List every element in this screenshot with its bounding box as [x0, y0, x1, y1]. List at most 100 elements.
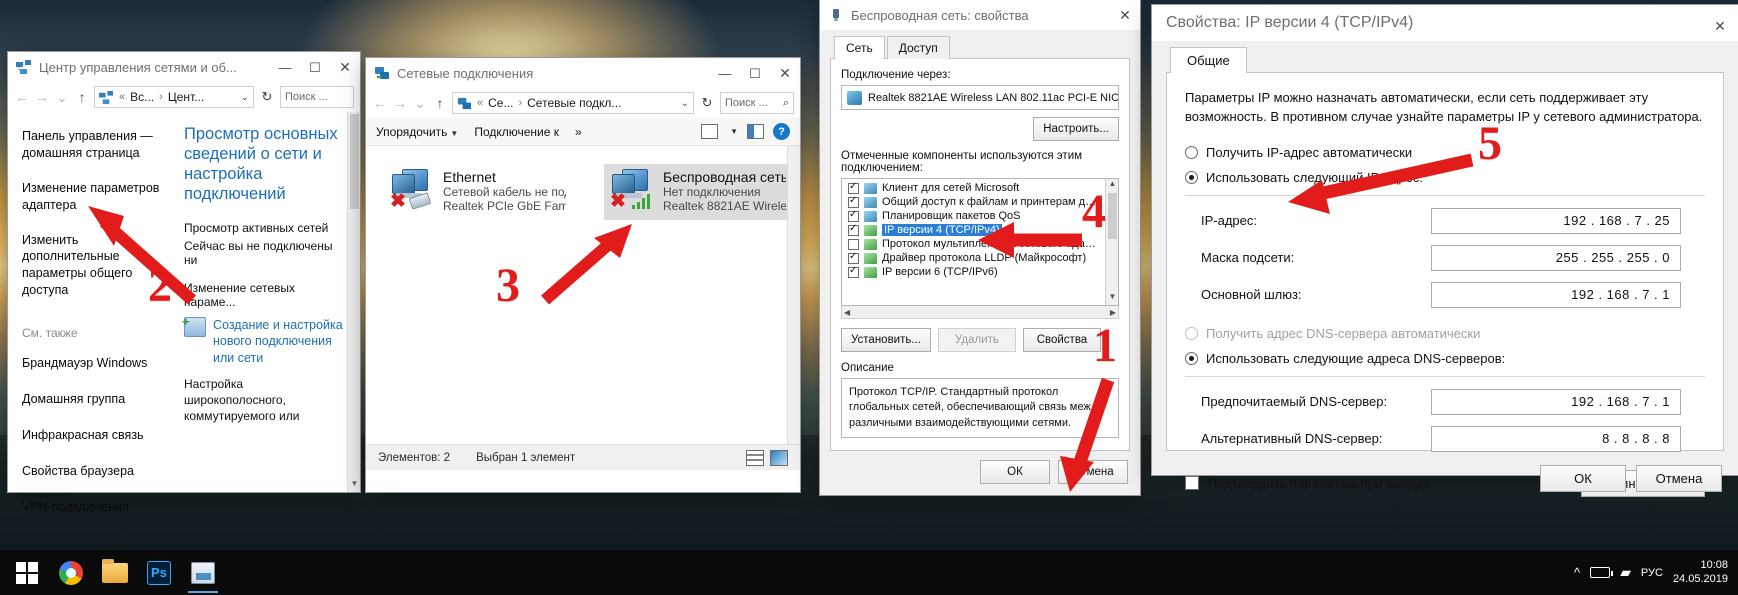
preview-pane-icon[interactable]	[747, 124, 764, 139]
details-view-icon[interactable]	[746, 449, 764, 466]
up-button[interactable]: ↑	[74, 89, 90, 105]
component-item[interactable]: Планировщик пакетов QoS	[844, 209, 1104, 223]
network-connections-button[interactable]	[182, 552, 224, 594]
component-checkbox[interactable]	[848, 265, 859, 278]
back-button[interactable]: ←	[14, 89, 30, 105]
minimize-button[interactable]: —	[270, 52, 300, 82]
win2-toolbar[interactable]: Упорядочить ▼ Подключение к » ▼ ?	[366, 118, 800, 146]
toolbar-overflow-button[interactable]: »	[575, 125, 582, 139]
minimize-button[interactable]: —	[710, 58, 740, 88]
back-button[interactable]: ←	[372, 95, 388, 111]
up-button[interactable]: ↑	[432, 95, 448, 111]
preferred-dns-row[interactable]: Предпочитаемый DNS-сервер: 192 . 168 . 7…	[1201, 388, 1705, 415]
install-button[interactable]: Установить...	[841, 328, 931, 352]
component-item-ipv4[interactable]: IP версии 4 (TCP/IPv4)	[844, 223, 1104, 237]
win2-window-buttons[interactable]: — ☐ ✕	[710, 58, 800, 88]
component-item[interactable]: IP версии 6 (TCP/IPv6)	[844, 265, 1104, 279]
win4-titlebar[interactable]: Свойства: IP версии 4 (TCP/IPv4) ✕	[1152, 5, 1738, 41]
forward-button[interactable]: →	[34, 89, 50, 105]
subnet-mask-input[interactable]: 255 . 255 . 255 . 0	[1431, 244, 1681, 271]
default-gateway-input[interactable]: 192 . 168 . 7 . 1	[1431, 281, 1681, 308]
cancel-button[interactable]: Отмена	[1636, 465, 1722, 492]
close-button[interactable]: ✕	[330, 52, 360, 82]
chevron-up-icon[interactable]: ^	[1574, 565, 1580, 580]
component-item[interactable]: Клиент для сетей Microsoft	[844, 181, 1104, 195]
sidebar-link-adapter-settings[interactable]: Изменение параметров адаптера	[22, 180, 170, 214]
win2-titlebar[interactable]: Сетевые подключения — ☐ ✕	[366, 58, 800, 88]
address-bar[interactable]: « Се... › Сетевые подкл... ⌄	[452, 92, 694, 114]
scroll-up-icon[interactable]: ▲	[1106, 179, 1118, 192]
tab-network[interactable]: Сеть	[834, 36, 885, 59]
win2-navbar[interactable]: ← → ⌄ ↑ « Се... › Сетевые подкл... ⌄ ↻ П…	[366, 88, 800, 118]
validate-settings-checkbox[interactable]	[1185, 476, 1199, 491]
organize-button[interactable]: Упорядочить ▼	[376, 125, 458, 139]
components-list[interactable]: Клиент для сетей Microsoft Общий доступ …	[841, 178, 1119, 306]
help-icon[interactable]: ?	[773, 123, 790, 140]
breadcrumb-item-1[interactable]: Вс...	[130, 90, 154, 104]
win4-window-buttons[interactable]: ✕	[1702, 8, 1738, 38]
scroll-down-icon[interactable]: ▼	[348, 479, 360, 492]
connect-to-button[interactable]: Подключение к	[474, 125, 559, 139]
search-input[interactable]: Поиск ...	[280, 86, 354, 108]
ip-address-row[interactable]: IP-адрес: 192 . 168 . 7 . 25	[1201, 207, 1705, 234]
wireless-properties-dialog[interactable]: Беспроводная сеть: свойства ✕ Сеть Досту…	[820, 0, 1140, 495]
configure-button[interactable]: Настроить...	[1033, 117, 1119, 141]
validate-settings-option[interactable]: Подтвердить параметры при выходе	[1185, 476, 1430, 491]
win1-scrollbar[interactable]: ▲ ▼	[347, 112, 360, 492]
cancel-button[interactable]: Отмена	[1058, 460, 1128, 485]
new-connection-link[interactable]: Создание и настройка нового подключения …	[213, 317, 348, 367]
component-checkbox[interactable]	[848, 195, 859, 208]
alternate-dns-row[interactable]: Альтернативный DNS-сервер: 8 . 8 . 8 . 8	[1201, 425, 1705, 452]
subnet-mask-row[interactable]: Маска подсети: 255 . 255 . 255 . 0	[1201, 244, 1705, 271]
win3-footer[interactable]: ОК Отмена	[820, 451, 1140, 494]
photoshop-button[interactable]: Ps	[138, 552, 180, 594]
maximize-button[interactable]: ☐	[740, 58, 770, 88]
scrollbar-thumb[interactable]	[1108, 193, 1117, 239]
breadcrumb-item-2[interactable]: Сетевые подкл...	[527, 96, 621, 110]
view-layout-icon[interactable]	[701, 124, 719, 139]
close-button[interactable]: ✕	[1702, 8, 1738, 44]
component-checkbox[interactable]	[848, 223, 859, 236]
see-also-vpn[interactable]: VPN-подключения	[22, 499, 170, 516]
maximize-button[interactable]: ☐	[300, 52, 330, 82]
forward-button[interactable]: →	[392, 95, 408, 111]
component-item[interactable]: Протокол мультиплексора сетевого адаптер…	[844, 237, 1104, 251]
chevron-down-icon[interactable]: ⌄	[681, 98, 689, 109]
network-tray-icon[interactable]: ▰	[1620, 564, 1631, 581]
recent-locations-button[interactable]: ⌄	[54, 89, 70, 106]
obtain-ip-automatically-option[interactable]: Получить IP-адрес автоматически	[1185, 145, 1705, 160]
network-sharing-center-window[interactable]: Центр управления сетями и об... — ☐ ✕ ← …	[8, 52, 360, 514]
component-checkbox[interactable]	[848, 181, 859, 194]
see-also-homegroup[interactable]: Домашняя группа	[22, 391, 170, 408]
win4-tabs[interactable]: Общие	[1166, 47, 1724, 73]
scroll-left-icon[interactable]: ◀	[844, 308, 850, 317]
win2-scrollbar[interactable]	[787, 146, 800, 444]
scrollbar-thumb[interactable]	[350, 114, 359, 209]
component-item[interactable]: Драйвер протокола LLDP (Майкрософт)	[844, 251, 1104, 265]
tab-general[interactable]: Общие	[1170, 47, 1247, 73]
close-button[interactable]: ✕	[1110, 0, 1140, 30]
win3-window-buttons[interactable]: ✕	[1110, 0, 1140, 30]
connection-item-ethernet[interactable]: ✖ Ethernet Сетевой кабель не подк... Rea…	[384, 164, 574, 220]
battery-icon[interactable]	[1590, 567, 1614, 578]
radio-button[interactable]	[1185, 145, 1198, 159]
windows-taskbar[interactable]: Ps ^ ▰ РУС 10:08 24.05.2019	[0, 550, 1738, 595]
obtain-dns-automatically-option[interactable]: Получить адрес DNS-сервера автоматически	[1185, 326, 1705, 341]
radio-button[interactable]	[1185, 351, 1198, 365]
ok-button[interactable]: ОК	[1540, 465, 1626, 492]
radio-button[interactable]	[1185, 326, 1198, 340]
refresh-icon[interactable]: ↻	[258, 89, 276, 105]
see-also-browser-properties[interactable]: Свойства браузера	[22, 463, 170, 480]
new-connection-row[interactable]: Создание и настройка нового подключения …	[182, 314, 348, 367]
clock[interactable]: 10:08 24.05.2019	[1673, 559, 1728, 587]
refresh-icon[interactable]: ↻	[698, 95, 716, 111]
tiles-view-icon[interactable]	[770, 449, 788, 466]
component-checkbox[interactable]	[848, 251, 859, 264]
ok-button[interactable]: ОК	[980, 460, 1050, 485]
taskbar-buttons[interactable]: Ps	[0, 552, 224, 594]
ip-address-input[interactable]: 192 . 168 . 7 . 25	[1431, 207, 1681, 234]
win1-navbar[interactable]: ← → ⌄ ↑ « Вс... › Цент... ⌄ ↻ Поиск ...	[8, 82, 360, 112]
scroll-down-icon[interactable]: ▼	[1106, 292, 1118, 305]
radio-button[interactable]	[1185, 170, 1198, 184]
win3-titlebar[interactable]: Беспроводная сеть: свойства ✕	[820, 0, 1140, 30]
